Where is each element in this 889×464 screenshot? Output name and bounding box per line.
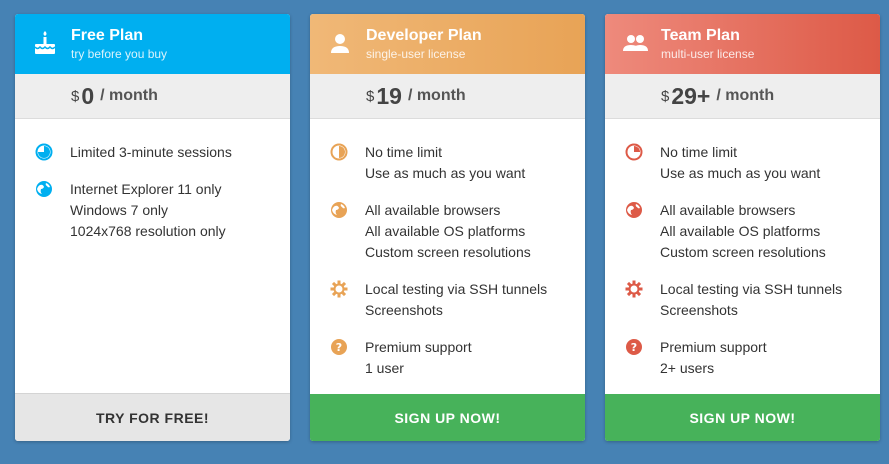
feature-line: 1024x768 resolution only [70, 223, 226, 239]
price-currency: $ [661, 87, 670, 105]
feature-line: Use as much as you want [365, 165, 526, 181]
feature-item: ? Premium support 1 user [310, 337, 585, 379]
price-period: / month [100, 87, 158, 104]
cake-icon [34, 31, 56, 54]
feature-line: Premium support [365, 339, 472, 355]
feature-line: Screenshots [660, 302, 738, 318]
clock-icon [330, 143, 348, 161]
plan-subtitle: multi-user license [661, 47, 755, 61]
free-plan-card: Free Plan try before you buy $ 0 / month… [15, 14, 290, 441]
feature-item: No time limit Use as much as you want [605, 142, 880, 184]
svg-text:?: ? [336, 341, 342, 354]
feature-list: No time limit Use as much as you want Al… [310, 119, 585, 379]
feature-line: 1 user [365, 360, 404, 376]
feature-line: 2+ users [660, 360, 715, 376]
feature-item: Limited 3-minute sessions [15, 142, 290, 163]
team-plan-card: Team Plan multi-user license $ 29+ / mon… [605, 14, 880, 441]
plan-title: Team Plan [661, 27, 740, 44]
feature-line: Premium support [660, 339, 767, 355]
price-currency: $ [71, 87, 80, 105]
feature-item: All available browsers All available OS … [310, 200, 585, 263]
globe-icon [36, 181, 52, 197]
help-icon: ? [626, 339, 642, 355]
feature-list: No time limit Use as much as you want Al… [605, 119, 880, 379]
price-amount: 29+ [671, 82, 711, 109]
clock-icon [35, 143, 53, 161]
globe-icon [626, 202, 642, 218]
plan-title: Free Plan [71, 27, 144, 44]
feature-line: No time limit [365, 144, 443, 160]
feature-item: All available browsers All available OS … [605, 200, 880, 263]
feature-line: Limited 3-minute sessions [70, 144, 232, 160]
users-icon [623, 35, 648, 51]
feature-line: Custom screen resolutions [660, 244, 826, 260]
developer-plan-header: Developer Plan single-user license [310, 14, 585, 74]
price-amount: 19 [376, 82, 402, 109]
team-plan-header: Team Plan multi-user license [605, 14, 880, 74]
price-period: / month [407, 87, 466, 104]
gear-icon [625, 280, 643, 298]
price-period: / month [716, 87, 775, 104]
feature-line: Custom screen resolutions [365, 244, 531, 260]
plan-price: $ 19 / month [310, 74, 585, 119]
feature-line: No time limit [660, 144, 738, 160]
svg-text:?: ? [631, 341, 637, 354]
try-for-free-button[interactable]: TRY FOR FREE! [15, 393, 290, 441]
plan-price: $ 0 / month [15, 74, 290, 119]
feature-list: Limited 3-minute sessions Internet Explo… [15, 119, 290, 242]
feature-item: ? Premium support 2+ users [605, 337, 880, 379]
clock-icon [625, 143, 643, 161]
feature-item: No time limit Use as much as you want [310, 142, 585, 184]
feature-line: Internet Explorer 11 only [70, 181, 222, 197]
feature-line: All available OS platforms [660, 223, 821, 239]
sign-up-button[interactable]: SIGN UP NOW! [310, 394, 585, 441]
user-icon [331, 34, 349, 53]
help-icon: ? [331, 339, 347, 355]
feature-line: Screenshots [365, 302, 443, 318]
feature-line: Use as much as you want [660, 165, 821, 181]
feature-line: Local testing via SSH tunnels [365, 281, 548, 297]
feature-line: All available browsers [365, 202, 501, 218]
developer-plan-card: Developer Plan single-user license $ 19 … [310, 14, 585, 441]
feature-item: Internet Explorer 11 only Windows 7 only… [15, 179, 290, 242]
feature-item: Local testing via SSH tunnels Screenshot… [605, 279, 880, 321]
plan-price: $ 29+ / month [605, 74, 880, 119]
plan-title: Developer Plan [366, 27, 482, 44]
price-amount: 0 [81, 82, 95, 109]
sign-up-button[interactable]: SIGN UP NOW! [605, 394, 880, 441]
globe-icon [331, 202, 347, 218]
free-plan-header: Free Plan try before you buy [15, 14, 290, 74]
feature-line: Windows 7 only [70, 202, 169, 218]
feature-line: Local testing via SSH tunnels [660, 281, 843, 297]
plan-subtitle: try before you buy [71, 47, 168, 61]
gear-icon [330, 280, 348, 298]
feature-line: All available browsers [660, 202, 796, 218]
plan-subtitle: single-user license [366, 47, 466, 61]
price-currency: $ [366, 87, 375, 105]
feature-line: All available OS platforms [365, 223, 526, 239]
feature-item: Local testing via SSH tunnels Screenshot… [310, 279, 585, 321]
